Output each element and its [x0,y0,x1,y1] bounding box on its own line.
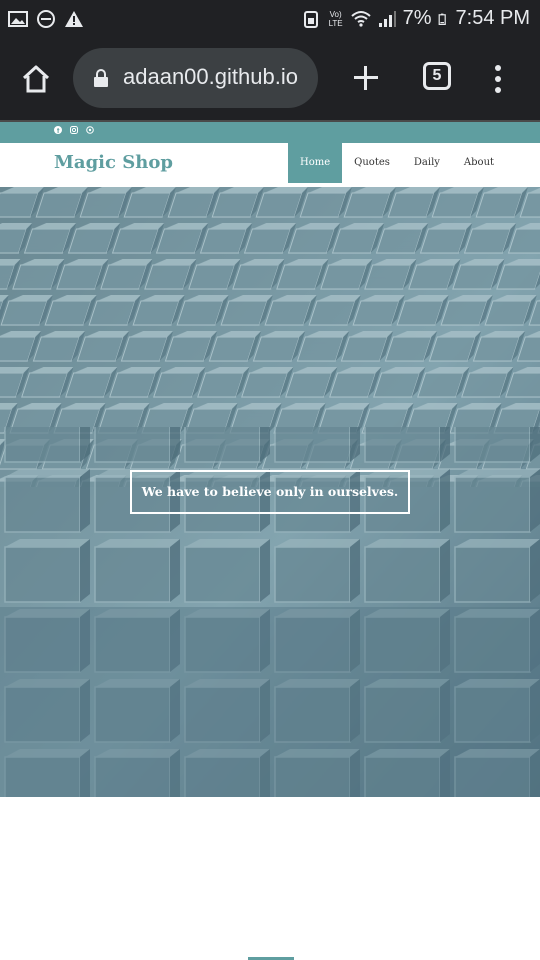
nav-quotes[interactable]: Quotes [342,143,402,183]
nav-daily[interactable]: Daily [402,143,452,183]
site-brand[interactable]: Magic Shop [54,152,173,173]
instagram-icon[interactable] [70,126,78,134]
gallery-icon [8,11,28,27]
data-saver-icon [303,10,318,28]
hero-quote: We have to believe only in ourselves. [130,470,410,514]
url-text[interactable]: adaan00.github.io [123,64,313,90]
whatsapp-icon[interactable] [86,126,94,134]
content-section [0,797,540,960]
signal-icon [378,10,396,27]
social-links [54,126,94,134]
lock-icon [94,69,108,87]
site-navbar: Magic Shop Home Quotes Daily About [0,143,540,187]
browser-toolbar: adaan00.github.io 5 [0,38,540,120]
tab-switcher-button[interactable]: 5 [423,62,451,90]
battery-percent: 7% [402,7,432,29]
wifi-icon [350,10,371,27]
nav-about[interactable]: About [452,143,506,183]
home-icon[interactable] [20,63,52,95]
new-tab-icon[interactable] [350,62,382,94]
facebook-icon[interactable] [54,126,62,134]
divider [0,120,540,122]
main-nav: Home Quotes Daily About [288,143,506,183]
address-bar[interactable]: adaan00.github.io [73,48,318,108]
nav-home[interactable]: Home [288,143,343,183]
status-bar: Vo) LTE 7% 7:54 PM [0,0,540,38]
hero-banner: We have to believe only in ourselves. [0,187,540,797]
battery-icon [438,13,446,25]
more-menu-icon[interactable] [490,62,506,94]
clock: 7:54 PM [455,7,530,29]
network-type-label: Vo) LTE [328,9,343,28]
do-not-disturb-icon [37,10,55,28]
warning-icon [65,11,83,27]
